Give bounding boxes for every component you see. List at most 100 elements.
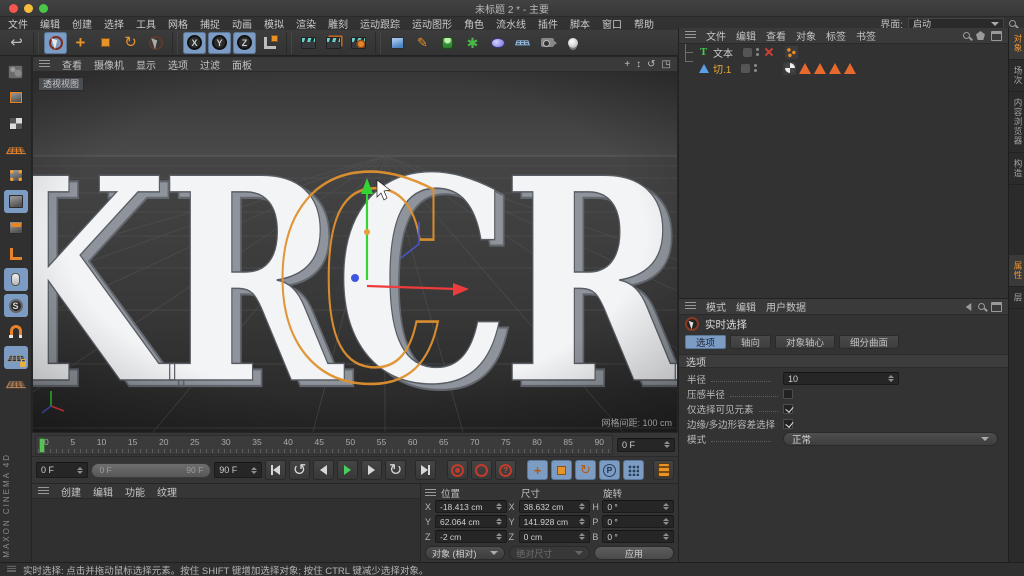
attribute-menu-icon[interactable] <box>685 302 696 311</box>
om-menu-bookmarks[interactable]: 书签 <box>856 28 876 43</box>
position-y-field[interactable]: 62.064 cm <box>435 515 507 528</box>
panel-icon[interactable] <box>991 302 1002 312</box>
viewport-menu-cameras[interactable]: 摄像机 <box>94 57 124 72</box>
texture-mode-button[interactable] <box>4 112 28 135</box>
material-menu-function[interactable]: 功能 <box>125 484 145 499</box>
previous-frame-button[interactable] <box>313 460 334 480</box>
position-z-field[interactable]: -2 cm <box>435 530 507 543</box>
undo-button[interactable]: ↩ <box>5 32 28 54</box>
point-tag-icon[interactable] <box>785 46 798 59</box>
material-menu-create[interactable]: 创建 <box>61 484 81 499</box>
lock-workplane-button[interactable] <box>4 346 28 369</box>
menu-motion-tracker[interactable]: 运动跟踪 <box>360 16 400 31</box>
search-icon[interactable] <box>1009 20 1016 27</box>
menu-animate[interactable]: 动画 <box>232 16 252 31</box>
model-mode-button[interactable] <box>4 86 28 109</box>
options-section-header[interactable]: 选项 <box>679 354 1008 368</box>
edges-mode-button[interactable] <box>4 190 28 213</box>
viewport-menu-panel[interactable]: 面板 <box>232 57 252 72</box>
pressure-radius-checkbox[interactable] <box>783 389 793 399</box>
size-x-field[interactable]: 38.632 cm <box>519 500 591 513</box>
rotation-h-field[interactable]: 0 ° <box>602 500 674 513</box>
om-menu-edit[interactable]: 编辑 <box>736 28 756 43</box>
position-x-field[interactable]: -18.413 cm <box>435 500 507 513</box>
om-menu-file[interactable]: 文件 <box>706 28 726 43</box>
coordinate-system-button[interactable] <box>258 32 281 54</box>
object-name[interactable]: 文本 <box>713 45 733 60</box>
render-view-button[interactable] <box>297 32 320 54</box>
record-keyframe-button[interactable] <box>447 460 468 480</box>
om-menu-objects[interactable]: 对象 <box>796 28 816 43</box>
menu-file[interactable]: 文件 <box>8 16 28 31</box>
layer-toggle[interactable] <box>743 48 752 57</box>
selection-tag-icon[interactable] <box>799 63 811 74</box>
selection-tag-icon[interactable] <box>829 63 841 74</box>
make-editable-button[interactable] <box>4 60 28 83</box>
menu-plugins[interactable]: 插件 <box>538 16 558 31</box>
object-row-text[interactable]: T 文本 <box>679 44 1008 60</box>
range-end-field[interactable]: 90 F <box>214 462 262 478</box>
home-icon[interactable] <box>976 31 985 40</box>
key-parameter-toggle[interactable]: P <box>599 460 620 480</box>
search-icon[interactable] <box>978 303 985 310</box>
material-menu-edit[interactable]: 编辑 <box>93 484 113 499</box>
selection-tag-icon[interactable] <box>814 63 826 74</box>
menu-pipeline[interactable]: 流水线 <box>496 16 526 31</box>
tab-takes-vertical[interactable]: 场次 <box>1009 60 1024 92</box>
key-pla-toggle[interactable] <box>623 460 644 480</box>
tab-object-axis[interactable]: 对象轴心 <box>775 335 835 349</box>
viewport-canvas[interactable]: 透视视图 网格间距: 100 cm <box>33 72 677 432</box>
next-key-button[interactable]: ↻ <box>385 460 406 480</box>
viewport-orbit-icon[interactable]: ↺ <box>647 59 655 70</box>
am-menu-edit[interactable]: 编辑 <box>736 299 756 314</box>
key-rotation-toggle[interactable]: ↻ <box>575 460 596 480</box>
soft-selection-button[interactable]: S <box>4 294 28 317</box>
rotation-p-field[interactable]: 0 ° <box>602 515 674 528</box>
menu-tools[interactable]: 工具 <box>136 16 156 31</box>
add-deformer-button[interactable]: ✱ <box>461 32 484 54</box>
points-mode-button[interactable] <box>4 164 28 187</box>
next-frame-button[interactable] <box>361 460 382 480</box>
menu-mograph[interactable]: 运动图形 <box>412 16 452 31</box>
tab-structure-vertical[interactable]: 构造 <box>1009 153 1024 185</box>
viewport-menu-display[interactable]: 显示 <box>136 57 156 72</box>
menu-select[interactable]: 选择 <box>104 16 124 31</box>
current-frame-field[interactable]: 0 F <box>617 438 675 452</box>
visibility-dots[interactable] <box>756 48 759 56</box>
selection-tag-icon[interactable] <box>844 63 856 74</box>
mode-dropdown[interactable]: 正常 <box>783 432 998 446</box>
polygons-mode-button[interactable] <box>4 216 28 239</box>
am-menu-mode[interactable]: 模式 <box>706 299 726 314</box>
previous-key-button[interactable]: ↺ <box>289 460 310 480</box>
apply-button[interactable]: 应用 <box>594 546 674 560</box>
viewport-menu-options[interactable]: 选项 <box>168 57 188 72</box>
add-spline-button[interactable]: ✎ <box>411 32 434 54</box>
menu-edit[interactable]: 编辑 <box>40 16 60 31</box>
menu-script[interactable]: 脚本 <box>570 16 590 31</box>
om-menu-view[interactable]: 查看 <box>766 28 786 43</box>
history-back-icon[interactable] <box>966 303 972 311</box>
move-tool-button[interactable]: + <box>69 32 92 54</box>
object-name-selected[interactable]: 切.1 <box>713 61 731 76</box>
timeline-ruler[interactable]: 05 1015 2025 3035 4045 5055 6065 7075 80… <box>35 435 613 455</box>
visible-only-checkbox[interactable] <box>783 404 793 414</box>
render-settings-button[interactable] <box>347 32 370 54</box>
workplane-mode-button[interactable] <box>4 138 28 161</box>
tab-content-browser-vertical[interactable]: 内容浏览器 <box>1009 92 1024 153</box>
layer-toggle[interactable] <box>741 64 750 73</box>
add-generator-button[interactable] <box>436 32 459 54</box>
range-start-stepper[interactable] <box>74 467 83 474</box>
menu-render[interactable]: 渲染 <box>296 16 316 31</box>
add-field-button[interactable] <box>486 32 509 54</box>
menu-sculpt[interactable]: 雕刻 <box>328 16 348 31</box>
add-light-button[interactable] <box>561 32 584 54</box>
viewport-menu-view[interactable]: 查看 <box>62 57 82 72</box>
autokey-button[interactable] <box>471 460 492 480</box>
play-button[interactable] <box>337 460 358 480</box>
goto-end-button[interactable] <box>415 460 436 480</box>
enable-axis-button[interactable] <box>4 242 28 265</box>
render-to-picture-viewer-button[interactable] <box>322 32 345 54</box>
keyframe-selection-button[interactable]: ? <box>495 460 516 480</box>
tab-options[interactable]: 选项 <box>685 335 726 349</box>
add-camera-button[interactable] <box>536 32 559 54</box>
